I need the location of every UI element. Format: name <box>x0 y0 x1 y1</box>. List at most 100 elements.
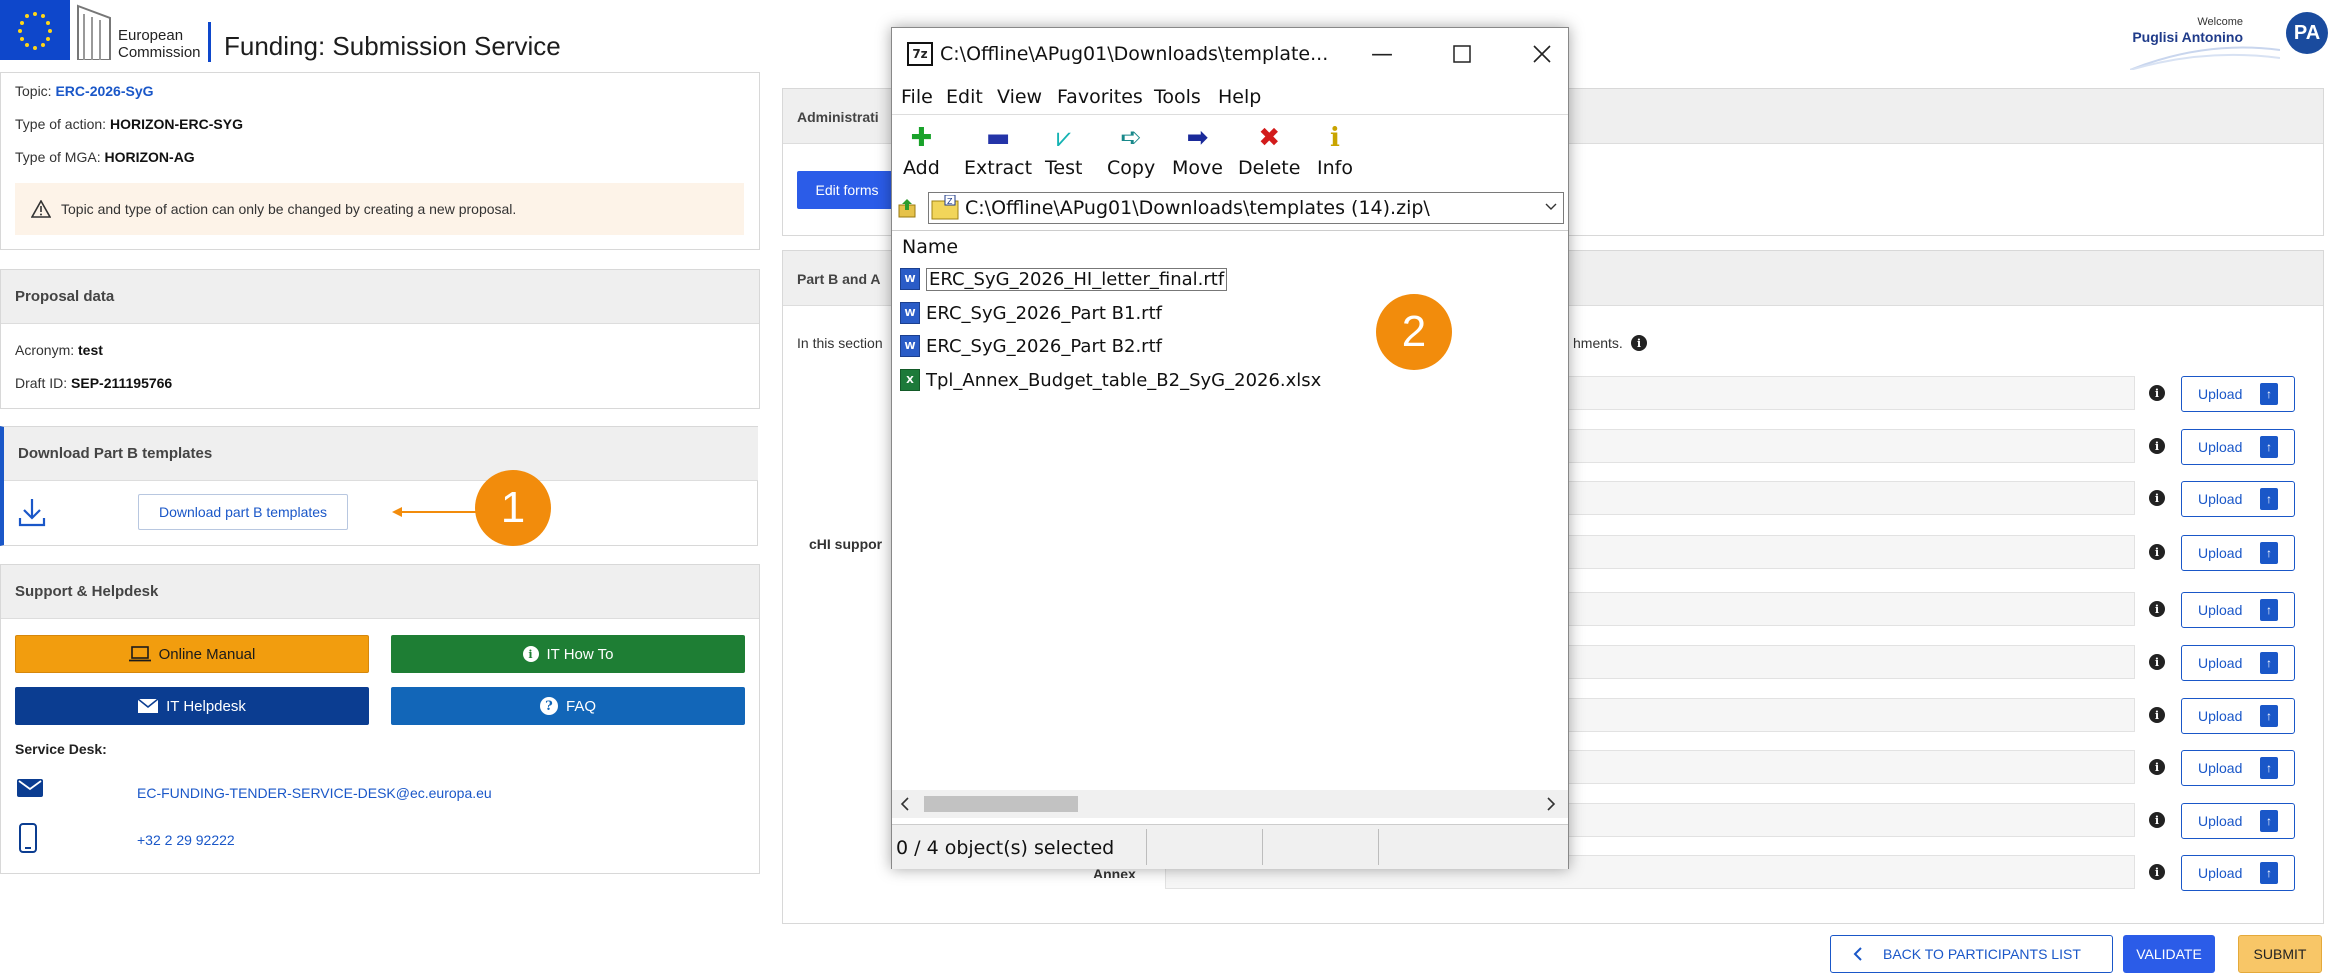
submit-button[interactable]: SUBMIT <box>2238 935 2322 973</box>
scroll-left-icon[interactable] <box>900 797 910 811</box>
upload-button[interactable]: Upload ↑ <box>2181 803 2295 839</box>
zip-window-titlebar[interactable]: 7z C:\Offline\APug01\Downloads\template.… <box>892 28 1568 82</box>
toolbar-extract[interactable]: ▬ Extract <box>964 123 1032 179</box>
7zip-app-icon: 7z <box>907 42 933 66</box>
download-icon[interactable] <box>18 497 46 527</box>
info-icon[interactable]: i <box>2149 654 2165 670</box>
status-divider <box>1262 829 1263 865</box>
upload-label: Upload <box>2198 760 2243 776</box>
toolbar-test[interactable]: ⩗ Test <box>1045 123 1082 179</box>
back-to-participants-button[interactable]: BACK TO PARTICIPANTS LIST <box>1830 935 2113 973</box>
service-desk-email[interactable]: EC-FUNDING-TENDER-SERVICE-DESK@ec.europa… <box>137 785 492 801</box>
info-icon[interactable]: i <box>2149 707 2165 723</box>
upload-label: Upload <box>2198 386 2243 402</box>
toolbar-copy-label: Copy <box>1107 157 1156 179</box>
upload-label: Upload <box>2198 655 2243 671</box>
toolbar-move[interactable]: ➡ Move <box>1172 123 1223 179</box>
horizontal-scrollbar[interactable] <box>892 790 1568 818</box>
edit-forms-button[interactable]: Edit forms <box>797 171 897 209</box>
info-icon[interactable]: i <box>2149 601 2165 617</box>
service-desk-phone[interactable]: +32 2 29 92222 <box>137 832 235 848</box>
maximize-button[interactable] <box>1442 36 1482 72</box>
faq-button[interactable]: ? FAQ <box>391 687 745 725</box>
menu-help[interactable]: Help <box>1218 86 1261 108</box>
minimize-button[interactable]: — <box>1362 36 1402 72</box>
upload-button[interactable]: Upload ↑ <box>2181 429 2295 465</box>
info-icon[interactable]: i <box>2149 438 2165 454</box>
zip-folder-icon: Z <box>931 195 959 220</box>
ec-logo-building-icon <box>77 4 111 60</box>
org-name-line1: European <box>118 27 184 44</box>
download-templates-title: Download Part B templates <box>4 427 758 481</box>
upload-button[interactable]: Upload ↑ <box>2181 750 2295 786</box>
mga-row: Type of MGA: HORIZON-AG <box>15 149 195 165</box>
upload-button[interactable]: Upload ↑ <box>2181 645 2295 681</box>
upload-file-icon: ↑ <box>2260 542 2278 564</box>
upload-button[interactable]: Upload ↑ <box>2181 535 2295 571</box>
warning-icon <box>31 200 51 218</box>
info-icon[interactable]: i <box>2149 544 2165 560</box>
address-text: C:\Offline\APug01\Downloads\templates (1… <box>965 197 1430 219</box>
info-icon[interactable]: i <box>2149 864 2165 880</box>
service-desk-label: Service Desk: <box>15 741 107 757</box>
menu-favorites[interactable]: Favorites <box>1057 86 1143 108</box>
rtf-file-icon: W <box>900 268 920 290</box>
info-icon[interactable]: i <box>2149 759 2165 775</box>
toolbar-add[interactable]: ✚ Add <box>903 123 940 179</box>
online-manual-button[interactable]: Online Manual <box>15 635 369 673</box>
menu-file[interactable]: File <box>901 86 933 108</box>
it-helpdesk-button[interactable]: IT Helpdesk <box>15 687 369 725</box>
close-button[interactable] <box>1522 36 1562 72</box>
chevron-left-icon <box>1853 947 1862 961</box>
part-b-intro: In this section <box>797 335 883 351</box>
avatar[interactable]: PA <box>2286 12 2328 54</box>
upload-file-icon: ↑ <box>2260 757 2278 779</box>
toolbar-info[interactable]: i Info <box>1317 123 1353 179</box>
menu-edit[interactable]: Edit <box>946 86 983 108</box>
user-name[interactable]: Puglisi Antonino <box>2132 29 2243 45</box>
zip-window[interactable]: 7z C:\Offline\APug01\Downloads\template.… <box>891 27 1569 869</box>
column-header-name[interactable]: Name <box>902 236 958 258</box>
chevron-down-icon[interactable] <box>1545 203 1557 211</box>
info-icon[interactable]: i <box>2149 490 2165 506</box>
phone-icon <box>19 823 37 853</box>
validate-button[interactable]: VALIDATE <box>2123 935 2215 973</box>
toolbar-delete-label: Delete <box>1238 157 1301 179</box>
scrollbar-thumb[interactable] <box>924 796 1078 812</box>
upload-button[interactable]: Upload ↑ <box>2181 481 2295 517</box>
info-icon[interactable]: i <box>2149 385 2165 401</box>
folder-up-icon[interactable] <box>898 198 916 218</box>
acronym-value: test <box>78 342 103 358</box>
upload-label: Upload <box>2198 439 2243 455</box>
menu-tools[interactable]: Tools <box>1154 86 1201 108</box>
toolbar-copy[interactable]: ➪ Copy <box>1107 123 1155 179</box>
upload-button[interactable]: Upload ↑ <box>2181 592 2295 628</box>
upload-button[interactable]: Upload ↑ <box>2181 376 2295 412</box>
move-icon: ➡ <box>1186 123 1209 153</box>
status-divider <box>1378 829 1379 865</box>
file-row[interactable]: X Tpl_Annex_Budget_table_B2_SyG_2026.xls… <box>900 366 1321 394</box>
welcome-label: Welcome <box>2197 16 2243 28</box>
info-icon[interactable]: i <box>2149 812 2165 828</box>
download-templates-button[interactable]: Download part B templates <box>138 494 348 530</box>
menu-view[interactable]: View <box>997 86 1042 108</box>
info-icon[interactable]: i <box>1631 335 1647 351</box>
it-howto-button[interactable]: i IT How To <box>391 635 745 673</box>
file-row[interactable]: W ERC_SyG_2026_HI_letter_final.rtf <box>900 265 1228 293</box>
file-name: Tpl_Annex_Budget_table_B2_SyG_2026.xlsx <box>926 369 1322 391</box>
upload-button[interactable]: Upload ↑ <box>2181 698 2295 734</box>
toolbar-delete[interactable]: ✖ Delete <box>1238 123 1300 179</box>
delete-icon: ✖ <box>1258 123 1281 153</box>
support-title: Support & Helpdesk <box>1 565 759 619</box>
download-templates-panel: Download Part B templates Download part … <box>0 426 758 546</box>
scroll-right-icon[interactable] <box>1546 797 1556 811</box>
rtf-file-icon: W <box>900 302 920 324</box>
test-icon: ⩗ <box>1056 123 1072 153</box>
file-row[interactable]: W ERC_SyG_2026_Part B2.rtf <box>900 332 1162 360</box>
address-input[interactable]: Z C:\Offline\APug01\Downloads\templates … <box>928 192 1564 224</box>
upload-button[interactable]: Upload ↑ <box>2181 855 2295 891</box>
close-icon <box>1533 45 1551 63</box>
file-row[interactable]: W ERC_SyG_2026_Part B1.rtf <box>900 299 1162 327</box>
file-name: ERC_SyG_2026_HI_letter_final.rtf <box>926 267 1228 291</box>
topic-link[interactable]: ERC-2026-SyG <box>55 83 153 99</box>
